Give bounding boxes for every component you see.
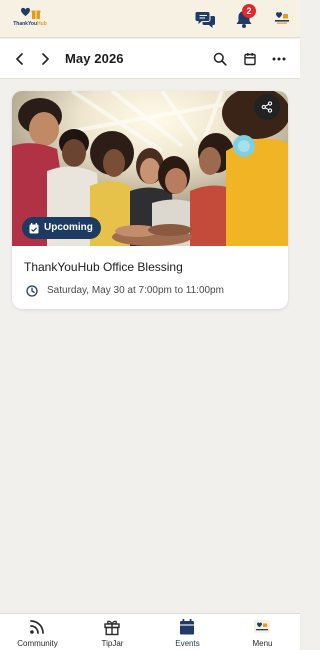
event-time-row: Saturday, May 30 at 7:00pm to 11:00pm (26, 283, 224, 299)
next-month-button[interactable] (36, 50, 54, 68)
current-month-label[interactable]: May 2026 (65, 50, 124, 68)
calendar-check-icon (29, 222, 39, 233)
nav-item-events[interactable]: Events (150, 614, 225, 650)
logo-mark-icon (21, 7, 41, 19)
event-card[interactable]: Upcoming ThankYouHub Office Blessing Sat… (12, 91, 288, 309)
nav-label-tipjar: TipJar (101, 639, 124, 648)
status-badge-label: Upcoming (44, 222, 93, 233)
more-options-button[interactable] (270, 50, 288, 68)
nav-label-menu: Menu (252, 639, 273, 648)
previous-month-button[interactable] (11, 50, 29, 68)
status-badge: Upcoming (22, 217, 101, 239)
chevron-right-icon (42, 53, 49, 65)
nav-item-menu[interactable]: Menu (225, 614, 300, 650)
nav-item-tipjar[interactable]: TipJar (75, 614, 150, 650)
nav-item-community[interactable]: Community (0, 614, 75, 650)
chat-icon[interactable] (195, 8, 217, 30)
app-header: ThankYouHub 2 (0, 0, 300, 38)
calendar-icon (180, 619, 194, 635)
rss-icon (30, 620, 44, 634)
nav-label-community: Community (17, 639, 58, 648)
nav-label-events: Events (175, 639, 200, 648)
search-icon (213, 52, 227, 66)
more-horizontal-icon (272, 57, 286, 61)
bottom-navigation: Community TipJar Events Menu (0, 613, 300, 650)
share-button[interactable] (254, 94, 280, 120)
search-button[interactable] (211, 50, 229, 68)
calendar-toolbar: May 2026 (0, 39, 300, 79)
gift-icon (104, 620, 120, 636)
event-time: Saturday, May 30 at 7:00pm to 11:00pm (47, 285, 224, 296)
logo-wordmark: ThankYouHub (13, 21, 47, 27)
notification-badge: 2 (242, 4, 256, 18)
chevron-left-icon (16, 53, 23, 65)
menu-logo-icon (254, 620, 270, 633)
profile-logo-icon[interactable] (274, 11, 290, 25)
calendar-outline-icon (244, 53, 256, 66)
app-logo[interactable]: ThankYouHub (12, 7, 48, 31)
share-icon (261, 101, 273, 113)
clock-icon (26, 285, 38, 297)
calendar-view-button[interactable] (241, 50, 259, 68)
event-title[interactable]: ThankYouHub Office Blessing (24, 259, 183, 275)
